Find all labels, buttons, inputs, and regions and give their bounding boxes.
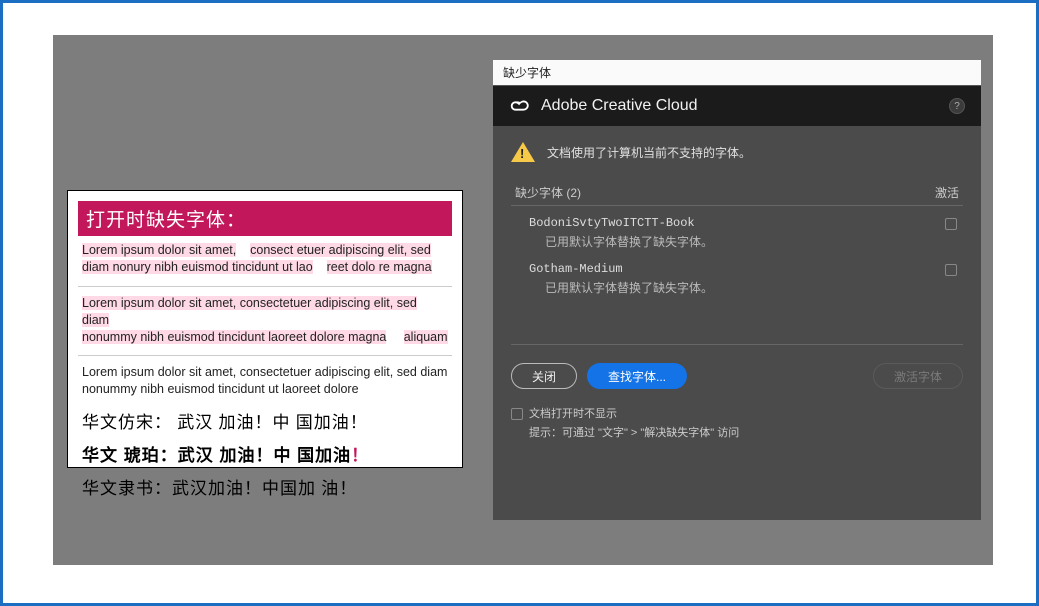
doc-paragraph-1: Lorem ipsum dolor sit amet, consect etue… [78, 236, 452, 287]
activate-column-label: 激活 [935, 184, 959, 201]
creative-cloud-bar: Adobe Creative Cloud ? [493, 86, 981, 126]
font-name: BodoniSvtyTwoITCTT-Book [517, 216, 935, 230]
dialog-actions: 关闭 查找字体... 激活字体 [511, 345, 963, 389]
doc-cn-line-2: 华文 琥珀：武汉 加油！中 国加油！ [78, 437, 452, 470]
footer-hint: 提示：可通过 "文字" > "解决缺失字体" 访问 [511, 424, 963, 440]
document-title: 打开时缺失字体： [78, 201, 452, 236]
doc-paragraph-2: Lorem ipsum dolor sit amet, consectetuer… [78, 289, 452, 357]
missing-fonts-dialog: 缺少字体 Adobe Creative Cloud ? 文档使用了计算机当前不支… [493, 60, 981, 520]
dialog-footer: 文档打开时不显示 提示：可通过 "文字" > "解决缺失字体" 访问 [511, 389, 963, 456]
font-item: Gotham-Medium 已用默认字体替换了缺失字体。 [517, 258, 957, 304]
document-preview: 打开时缺失字体： Lorem ipsum dolor sit amet, con… [67, 190, 463, 468]
font-item: BodoniSvtyTwoITCTT-Book 已用默认字体替换了缺失字体。 [517, 212, 957, 258]
doc-cn-line-1: 华文仿宋： 武汉 加油！中 国加油！ [78, 404, 452, 437]
warning-icon [511, 142, 535, 162]
warning-text: 文档使用了计算机当前不支持的字体。 [547, 144, 751, 161]
font-name: Gotham-Medium [517, 262, 935, 276]
activate-fonts-button: 激活字体 [873, 363, 963, 389]
warning-row: 文档使用了计算机当前不支持的字体。 [511, 142, 963, 162]
find-fonts-button[interactable]: 查找字体... [587, 363, 687, 389]
font-list-header: 缺少字体 (2) 激活 [511, 184, 963, 205]
creative-cloud-icon [509, 95, 531, 117]
creative-cloud-label: Adobe Creative Cloud [541, 97, 698, 115]
dont-show-checkbox[interactable] [511, 408, 523, 420]
activate-checkbox[interactable] [945, 218, 957, 230]
help-icon[interactable]: ? [949, 98, 965, 114]
canvas-workspace: 打开时缺失字体： Lorem ipsum dolor sit amet, con… [53, 35, 993, 565]
font-message: 已用默认字体替换了缺失字体。 [517, 279, 935, 296]
font-message: 已用默认字体替换了缺失字体。 [517, 233, 935, 250]
activate-checkbox[interactable] [945, 264, 957, 276]
dont-show-label: 文档打开时不显示 [529, 405, 617, 421]
list-header-label: 缺少字体 (2) [515, 184, 581, 201]
close-button[interactable]: 关闭 [511, 363, 577, 389]
doc-cn-line-3: 华文隶书：武汉加油！中国加 油！ [78, 470, 452, 503]
doc-paragraph-3: Lorem ipsum dolor sit amet, consectetuer… [78, 358, 452, 404]
missing-font-list: BodoniSvtyTwoITCTT-Book 已用默认字体替换了缺失字体。 G… [511, 205, 963, 345]
dialog-titlebar: 缺少字体 [493, 60, 981, 86]
